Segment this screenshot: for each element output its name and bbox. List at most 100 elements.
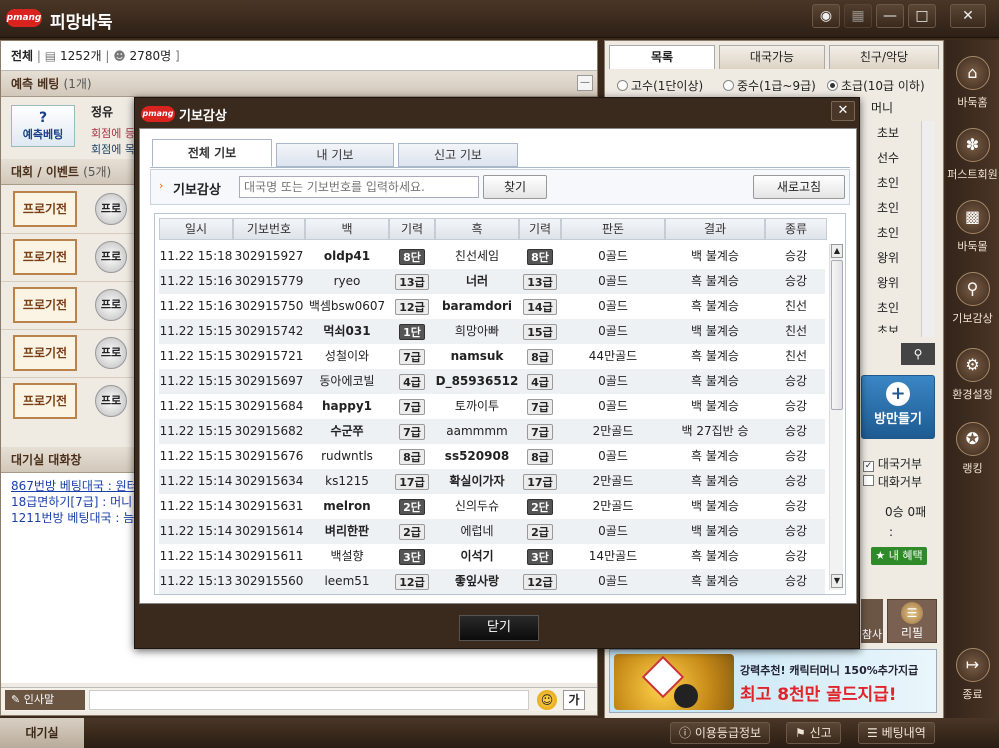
white-player-cell: 성철이와 xyxy=(324,349,370,363)
filter-high[interactable]: 고수(1단이상) xyxy=(617,77,703,94)
white-player-cell: 백설향 xyxy=(330,549,364,563)
filter-beginner[interactable]: 초급(10급 이하) xyxy=(827,77,925,94)
emoticon-icon[interactable]: ☺ xyxy=(537,690,557,710)
create-room-button[interactable]: + 방만들기 xyxy=(861,375,935,439)
refill-button[interactable]: ☰ 리필 xyxy=(887,599,937,643)
maximize-icon[interactable]: □ xyxy=(908,4,936,28)
table-row[interactable]: 11.22 15:15 302915676 rudwntls 8급 ss520908 8급… xyxy=(159,444,825,469)
refuse-chat-checkbox[interactable]: 대화거부 xyxy=(863,473,922,490)
column-header-black-rank[interactable]: 기력 xyxy=(519,218,561,240)
records-scrollbar[interactable]: ▲ ▼ xyxy=(829,244,843,590)
pro-tournament-button[interactable]: 프로기전 xyxy=(13,335,77,371)
table-row[interactable]: 11.22 15:13 302915560 leem51 12급 좋잎사랑 12급 0골드 흑… xyxy=(159,569,825,594)
column-header-black[interactable]: 흑 xyxy=(435,218,519,240)
table-row[interactable]: 11.22 15:15 302915697 동아에코빌 4급 D_85936512 4급 0… xyxy=(159,369,825,394)
settings-icon: ⚙ xyxy=(955,348,990,382)
report-button[interactable]: ⚑ 신고 xyxy=(786,722,841,744)
refuse-game-checkbox[interactable]: ✓ 대국거부 xyxy=(863,455,922,472)
close-icon[interactable]: ✕ xyxy=(831,101,855,121)
tab-available[interactable]: 대국가능 xyxy=(719,45,825,69)
close-dialog-button[interactable]: 닫기 xyxy=(459,615,539,641)
sidebar-item-label: 랭킹 xyxy=(962,462,983,475)
table-row[interactable]: 11.22 15:16 302915779 ryeo 13급 너러 13급 0골드 흑 불계승… xyxy=(159,269,825,294)
sidebar-item-home[interactable]: ⌂ 바둑홈 xyxy=(946,48,999,118)
type-cell: 친선 xyxy=(784,324,808,338)
sidebar-item-settings[interactable]: ⚙ 환경설정 xyxy=(946,340,999,410)
money-column-header: 머니 xyxy=(871,101,894,115)
find-button[interactable]: 찾기 xyxy=(483,175,547,199)
column-header-white[interactable]: 백 xyxy=(305,218,389,240)
column-header-stake[interactable]: 판돈 xyxy=(561,218,665,240)
tab-friends[interactable]: 친구/악당 xyxy=(829,45,939,69)
refresh-button[interactable]: 새로고침 xyxy=(753,175,845,199)
sidebar-item-first-member[interactable]: ✽ 퍼스트회원 xyxy=(946,120,999,190)
column-header-result[interactable]: 결과 xyxy=(665,218,765,240)
search-icon[interactable]: ⚲ xyxy=(901,343,935,365)
table-row[interactable]: 11.22 15:14 302915611 백설향 3단 이석기 3단 14만골드 흑 불계승… xyxy=(159,544,825,569)
scroll-down-icon[interactable]: ▼ xyxy=(831,574,843,588)
grade-info-button[interactable]: ⓘ 이용등급정보 xyxy=(670,722,771,744)
column-header-white-rank[interactable]: 기력 xyxy=(389,218,435,240)
collapse-icon[interactable]: — xyxy=(577,75,593,91)
sidebar-item-mall[interactable]: ▩ 바둑몰 xyxy=(946,192,999,262)
tab-my-records[interactable]: 내 기보 xyxy=(276,143,394,167)
tab-lobby[interactable]: 대기실 xyxy=(0,718,84,748)
date-cell: 11.22 15:16 xyxy=(159,299,233,313)
filter-mid[interactable]: 중수(1급~9급) xyxy=(723,77,816,94)
pmang-logo: pmang xyxy=(6,9,42,27)
chat-input[interactable] xyxy=(89,690,529,710)
sidebar-item-exit[interactable]: ↦ 종료 xyxy=(946,640,999,710)
font-button[interactable]: 가 xyxy=(563,690,585,710)
tab-all-records[interactable]: 전체 기보 xyxy=(152,139,272,167)
column-header-date[interactable]: 일시 xyxy=(159,218,233,240)
table-row[interactable]: 11.22 15:15 302915682 수군쭈 7급 aammmm 7급 2만골드 백 2… xyxy=(159,419,825,444)
minimize-icon[interactable]: — xyxy=(876,4,904,28)
refill-icon: ☰ xyxy=(901,602,923,624)
table-row[interactable]: 11.22 15:14 302915631 melron 2단 신의두슈 2단 2만골드 백 … xyxy=(159,494,825,519)
close-icon[interactable]: ✕ xyxy=(950,4,986,28)
table-row[interactable]: 11.22 15:15 302915721 성철이와 7급 namsuk 8급 44만골드 흑… xyxy=(159,344,825,369)
table-row[interactable]: 11.22 15:15 302915742 먹쇠031 1단 희망아빠 15급 0골드 백 불… xyxy=(159,319,825,344)
scroll-up-icon[interactable]: ▲ xyxy=(831,244,843,258)
tab-list[interactable]: 목록 xyxy=(609,45,715,69)
side-button-left[interactable]: 참사 xyxy=(861,599,883,643)
record-id-cell: 302915697 xyxy=(234,374,304,388)
stake-cell: 44만골드 xyxy=(588,349,638,363)
sidebar-item-game-records[interactable]: ⚲ 기보감상 xyxy=(946,264,999,334)
user-list-scrollbar[interactable] xyxy=(921,121,935,337)
chat-line[interactable]: 867번방 베팅대국 : 원터 xyxy=(11,477,138,494)
result-cell: 백 불계승 xyxy=(691,399,739,413)
bet-history-button[interactable]: ☰ 베팅내역 xyxy=(858,722,935,744)
pro-tournament-button[interactable]: 프로기전 xyxy=(13,191,77,227)
record-id-cell: 302915634 xyxy=(234,474,304,488)
column-header-type[interactable]: 종류 xyxy=(765,218,827,240)
rank-list: 초보 선수 초인 초인 초인 왕위 왕위 초인 초보 xyxy=(877,121,921,333)
table-row[interactable]: 11.22 15:18 302915927 oldp41 8단 친선세임 8단 0골드 백 불… xyxy=(159,244,825,269)
greeting-button[interactable]: ✎ 인사말 xyxy=(5,690,85,710)
table-row[interactable]: 11.22 15:14 302915614 벼리한판 2급 에럽네 2급 0골드 백 불계승 승… xyxy=(159,519,825,544)
chat-line[interactable]: 18급면하기[7급] : 머니 xyxy=(11,493,132,510)
white-rank-badge-cell: 12급 xyxy=(389,294,435,319)
black-rank-badge: 8단 xyxy=(527,248,553,265)
my-benefit-button[interactable]: ★ 내 혜택 xyxy=(871,547,927,565)
prediction-bet-button[interactable]: ? 예측베팅 xyxy=(11,105,75,147)
search-input[interactable] xyxy=(239,176,479,198)
column-header-id[interactable]: 기보번호 xyxy=(233,218,305,240)
table-row[interactable]: 11.22 15:14 302915634 ks1215 17급 확실이가자 17급 2만골… xyxy=(159,469,825,494)
pro-tournament-button[interactable]: 프로기전 xyxy=(13,239,77,275)
list-item: 초보 xyxy=(877,324,900,333)
camera-icon[interactable]: ◉ xyxy=(812,4,840,28)
pro-tournament-button[interactable]: 프로기전 xyxy=(13,287,77,323)
record-id-cell: 302915721 xyxy=(234,349,304,363)
tab-reported-records[interactable]: 신고 기보 xyxy=(398,143,518,167)
chat-line[interactable]: 1211번방 베팅대국 : 늠 xyxy=(11,509,134,526)
scroll-thumb[interactable] xyxy=(831,260,843,410)
promo-banner[interactable]: 강력추천! 캐릭터머니 150%추가지급 최고 8천만 골드지급! xyxy=(609,649,937,713)
pro-tournament-button[interactable]: 프로기전 xyxy=(13,383,77,419)
table-row[interactable]: 11.22 15:16 302915750 백셈bsw0607 12급 baramdor… xyxy=(159,294,825,319)
black-rank-badge: 8급 xyxy=(527,448,553,465)
table-row[interactable]: 11.22 15:15 302915684 happy1 7급 토까이투 7급 0골드 백 불… xyxy=(159,394,825,419)
white-rank-badge-cell: 1단 xyxy=(389,319,435,344)
grid-icon[interactable]: ▦ xyxy=(844,4,872,28)
sidebar-item-ranking[interactable]: ✪ 랭킹 xyxy=(946,414,999,484)
